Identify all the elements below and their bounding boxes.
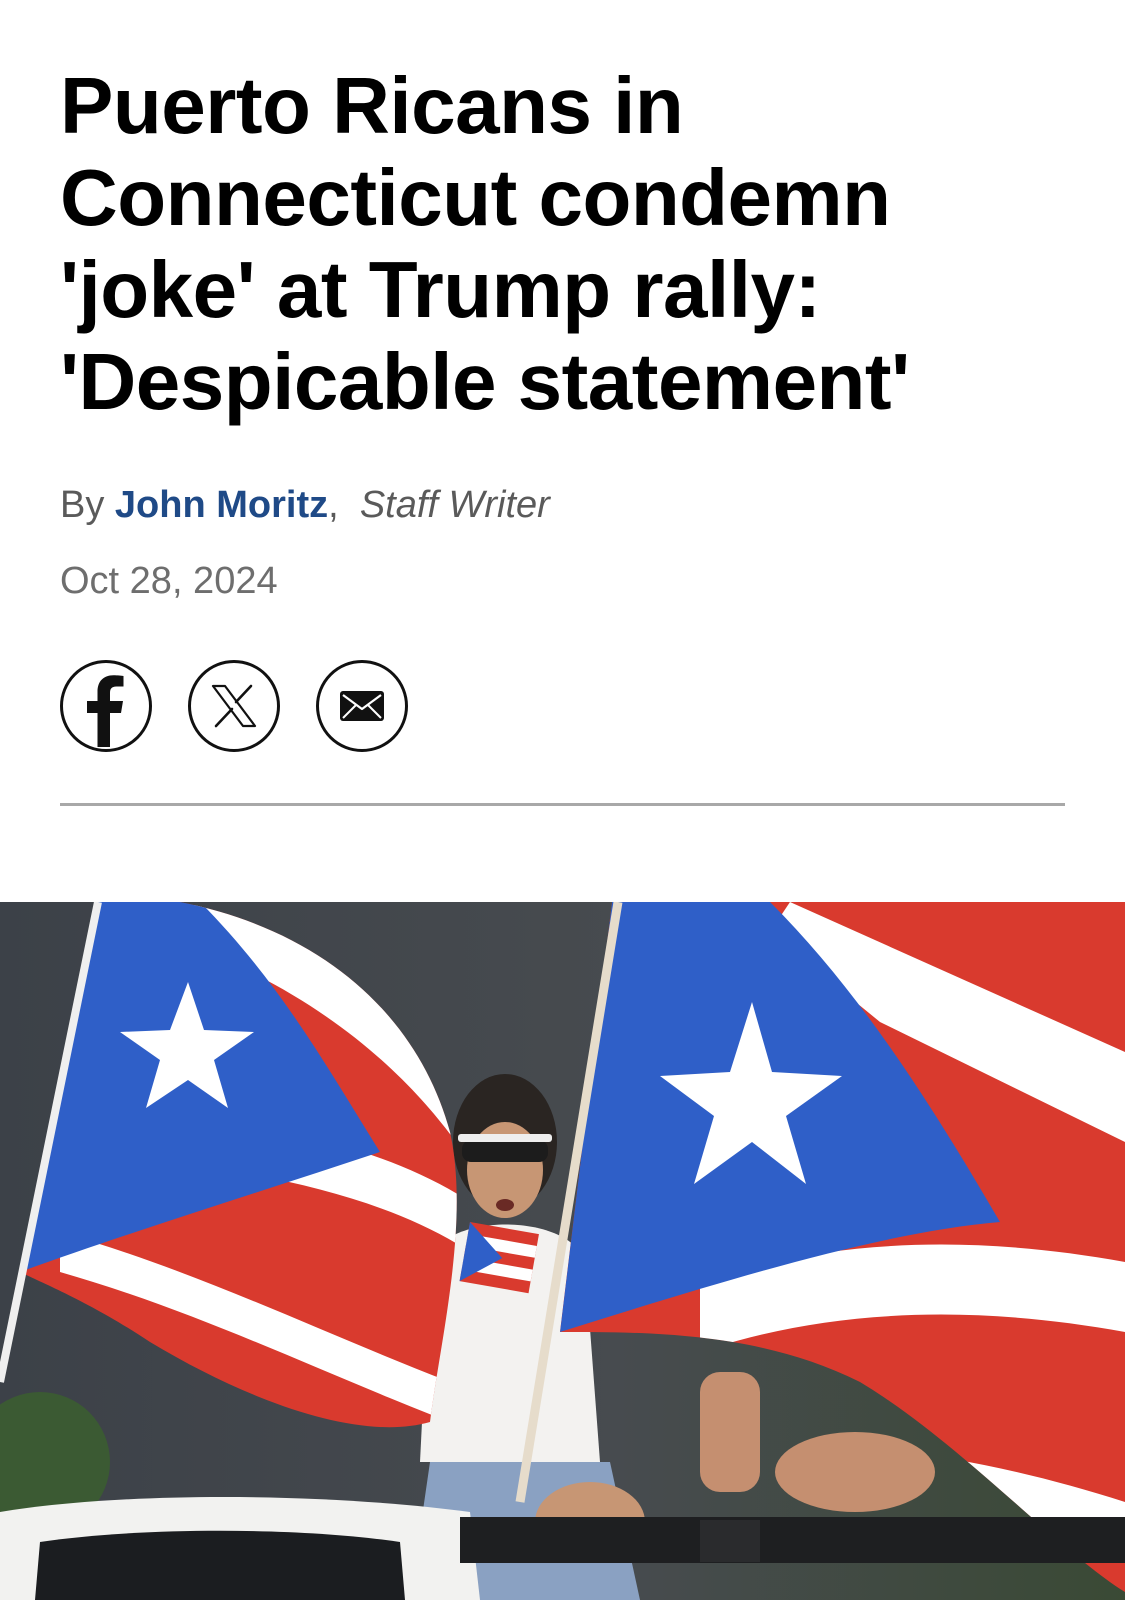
x-icon [211, 684, 257, 728]
byline: By John Moritz, Staff Writer [60, 482, 550, 528]
email-icon [340, 691, 384, 721]
byline-prefix: By [60, 484, 105, 526]
share-buttons [60, 660, 408, 752]
author-role: Staff Writer [359, 484, 550, 526]
puerto-rico-flags-photo [0, 902, 1125, 1600]
article-header: Puerto Ricans in Connecticut condemn 'jo… [60, 60, 1065, 428]
share-facebook-button[interactable] [60, 660, 152, 752]
publish-date: Oct 28, 2024 [60, 560, 278, 602]
share-email-button[interactable] [316, 660, 408, 752]
share-x-button[interactable] [188, 660, 280, 752]
byline-separator: , [328, 484, 339, 526]
article-headline: Puerto Ricans in Connecticut condemn 'jo… [60, 61, 910, 426]
hero-image [0, 902, 1125, 1600]
facebook-icon [87, 675, 124, 747]
header-divider [60, 803, 1065, 806]
author-link[interactable]: John Moritz [115, 484, 328, 526]
